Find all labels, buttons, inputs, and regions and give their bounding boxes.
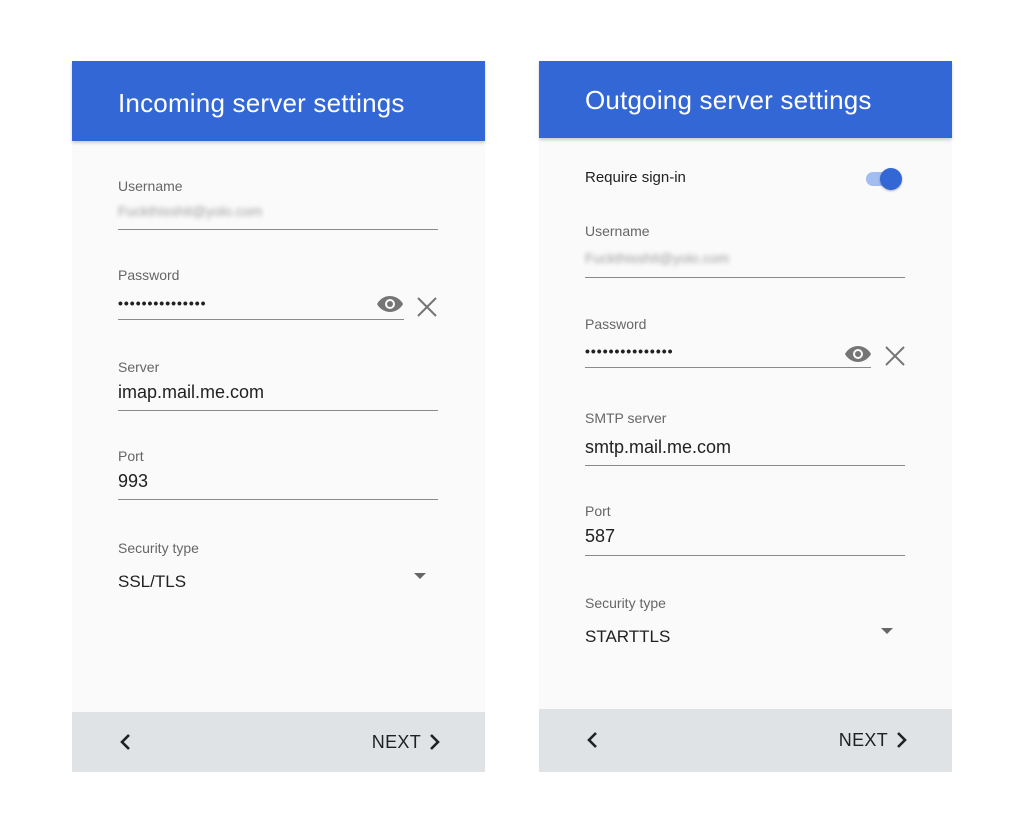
incoming-security-label: Security type bbox=[118, 540, 199, 556]
outgoing-username-label: Username bbox=[585, 223, 650, 239]
incoming-security-type-select[interactable]: Security type SSL/TLS bbox=[118, 539, 438, 599]
incoming-next-label: NEXT bbox=[371, 731, 421, 752]
outgoing-security-label: Security type bbox=[585, 595, 666, 611]
outgoing-server-label: SMTP server bbox=[585, 410, 667, 426]
require-signin-label: Require sign-in bbox=[585, 169, 686, 186]
incoming-page-title: Incoming server settings bbox=[118, 88, 405, 118]
outgoing-settings-panel: Outgoing server settings Require sign-in… bbox=[539, 61, 952, 772]
chevron-left-icon[interactable] bbox=[581, 728, 605, 752]
incoming-password-underline bbox=[118, 319, 404, 320]
outgoing-security-value[interactable]: STARTTLS bbox=[585, 627, 670, 647]
incoming-security-value[interactable]: SSL/TLS bbox=[118, 572, 186, 592]
outgoing-username-field[interactable]: Username Fuckthisshit@yolo.com bbox=[585, 222, 905, 278]
outgoing-security-type-select[interactable]: Security type STARTTLS bbox=[585, 594, 905, 654]
dropdown-arrow-icon[interactable] bbox=[414, 573, 426, 579]
eye-icon[interactable] bbox=[376, 294, 404, 314]
incoming-port-value[interactable]: 993 bbox=[118, 471, 148, 492]
incoming-password-value[interactable]: ••••••••••••••• bbox=[118, 295, 207, 311]
close-icon[interactable] bbox=[415, 295, 439, 319]
outgoing-page-title: Outgoing server settings bbox=[585, 85, 872, 115]
incoming-next-button[interactable]: NEXT bbox=[372, 728, 441, 756]
incoming-server-field[interactable]: Server imap.mail.me.com bbox=[118, 358, 438, 412]
outgoing-password-underline bbox=[585, 367, 871, 368]
outgoing-password-value[interactable]: ••••••••••••••• bbox=[585, 343, 674, 359]
outgoing-server-value[interactable]: smtp.mail.me.com bbox=[585, 437, 731, 458]
incoming-username-field[interactable]: Username Fuckthisshit@yolo.com bbox=[118, 177, 438, 231]
incoming-password-field[interactable]: Password ••••••••••••••• bbox=[118, 266, 438, 322]
outgoing-port-field[interactable]: Port 587 bbox=[585, 502, 905, 556]
incoming-port-underline bbox=[118, 499, 438, 500]
require-signin-toggle[interactable] bbox=[866, 165, 904, 191]
toggle-knob[interactable] bbox=[880, 168, 902, 190]
incoming-server-label: Server bbox=[118, 359, 160, 375]
outgoing-username-underline bbox=[585, 277, 905, 278]
incoming-server-value[interactable]: imap.mail.me.com bbox=[118, 382, 264, 403]
outgoing-port-underline bbox=[585, 555, 905, 556]
outgoing-port-value[interactable]: 587 bbox=[585, 526, 615, 547]
outgoing-username-value[interactable]: Fuckthisshit@yolo.com bbox=[585, 250, 729, 266]
outgoing-port-label: Port bbox=[585, 503, 611, 519]
outgoing-app-bar: Outgoing server settings bbox=[539, 61, 952, 138]
incoming-port-label: Port bbox=[118, 448, 144, 464]
outgoing-next-label: NEXT bbox=[838, 729, 888, 750]
incoming-username-underline bbox=[118, 229, 438, 230]
chevron-left-icon[interactable] bbox=[114, 730, 138, 754]
chevron-right-icon bbox=[430, 734, 440, 750]
eye-icon[interactable] bbox=[844, 344, 872, 364]
incoming-username-label: Username bbox=[118, 178, 183, 194]
incoming-port-field[interactable]: Port 993 bbox=[118, 447, 438, 501]
outgoing-smtp-server-field[interactable]: SMTP server smtp.mail.me.com bbox=[585, 409, 905, 467]
incoming-password-label: Password bbox=[118, 267, 180, 283]
incoming-server-underline bbox=[118, 410, 438, 411]
incoming-app-bar: Incoming server settings bbox=[72, 61, 485, 141]
outgoing-next-button[interactable]: NEXT bbox=[839, 726, 908, 754]
incoming-footer-bar: NEXT bbox=[72, 712, 485, 772]
close-icon[interactable] bbox=[883, 344, 907, 368]
chevron-right-icon bbox=[897, 732, 907, 748]
incoming-settings-panel: Incoming server settings Username Fuckth… bbox=[72, 61, 485, 772]
outgoing-server-underline bbox=[585, 465, 905, 466]
dropdown-arrow-icon[interactable] bbox=[881, 628, 893, 634]
outgoing-password-label: Password bbox=[585, 316, 647, 332]
incoming-username-value[interactable]: Fuckthisshit@yolo.com bbox=[118, 203, 262, 219]
outgoing-password-field[interactable]: Password ••••••••••••••• bbox=[585, 315, 905, 371]
outgoing-footer-bar: NEXT bbox=[539, 709, 952, 772]
